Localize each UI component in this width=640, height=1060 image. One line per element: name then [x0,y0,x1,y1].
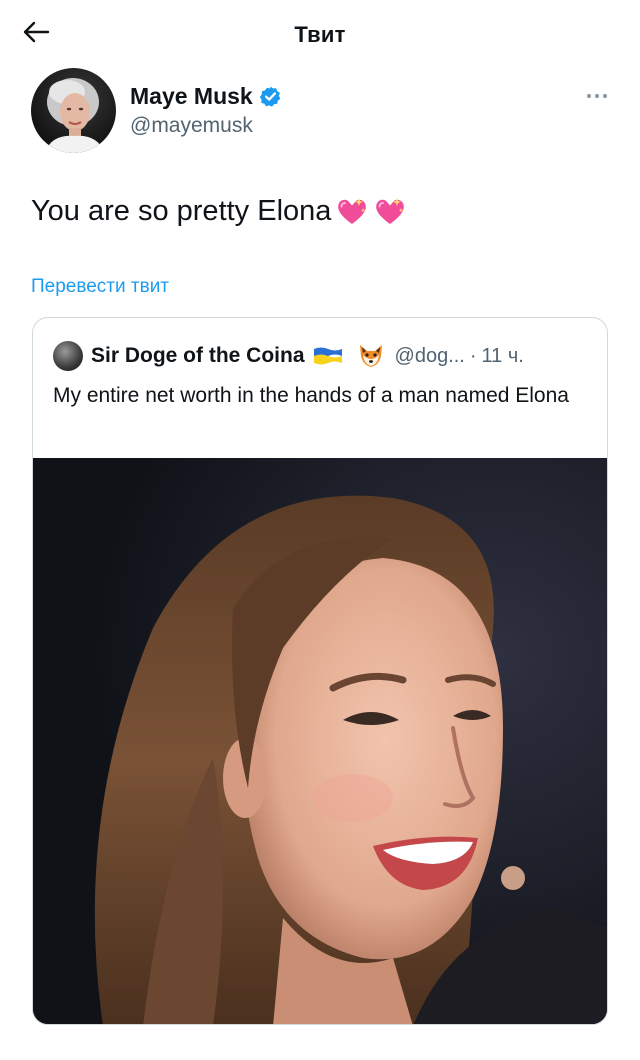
tweet-text: You are so pretty Elona [31,194,407,228]
quoted-timestamp[interactable]: 11 ч. [482,345,524,368]
translate-tweet-link[interactable]: Перевести твит [31,276,169,298]
more-dots-icon [586,86,608,104]
author-name[interactable]: Maye Musk [130,83,253,110]
separator-dot: · [469,344,477,367]
quoted-author-handle[interactable]: @dog... [395,345,465,368]
tweet-text-content: You are so pretty Elona [31,194,332,227]
author-handle[interactable]: @mayemusk [130,114,282,138]
quoted-tweet-header: Sir Doge of the Coina @dog... · 11 ч. [53,341,524,371]
author-name-row: Maye Musk [130,82,282,110]
top-bar: Твит [0,0,640,64]
more-options-button[interactable] [582,85,612,105]
author-block: Maye Musk @mayemusk [130,82,282,138]
fox-icon [357,343,385,369]
sparkling-heart-icon [335,194,369,228]
quoted-author-name[interactable]: Sir Doge of the Coina [91,344,305,368]
quoted-tweet-photo[interactable] [33,458,607,1024]
verified-badge-icon [259,85,282,108]
sparkling-heart-icon [373,194,407,228]
avatar[interactable] [31,68,116,153]
quoted-tweet-text: My entire net worth in the hands of a ma… [53,384,569,407]
page-title: Твит [294,22,346,47]
quoted-tweet-card[interactable]: Sir Doge of the Coina @dog... · 11 ч. My… [32,317,608,1025]
ukraine-flag-icon [313,346,343,366]
quoted-avatar[interactable] [53,341,83,371]
